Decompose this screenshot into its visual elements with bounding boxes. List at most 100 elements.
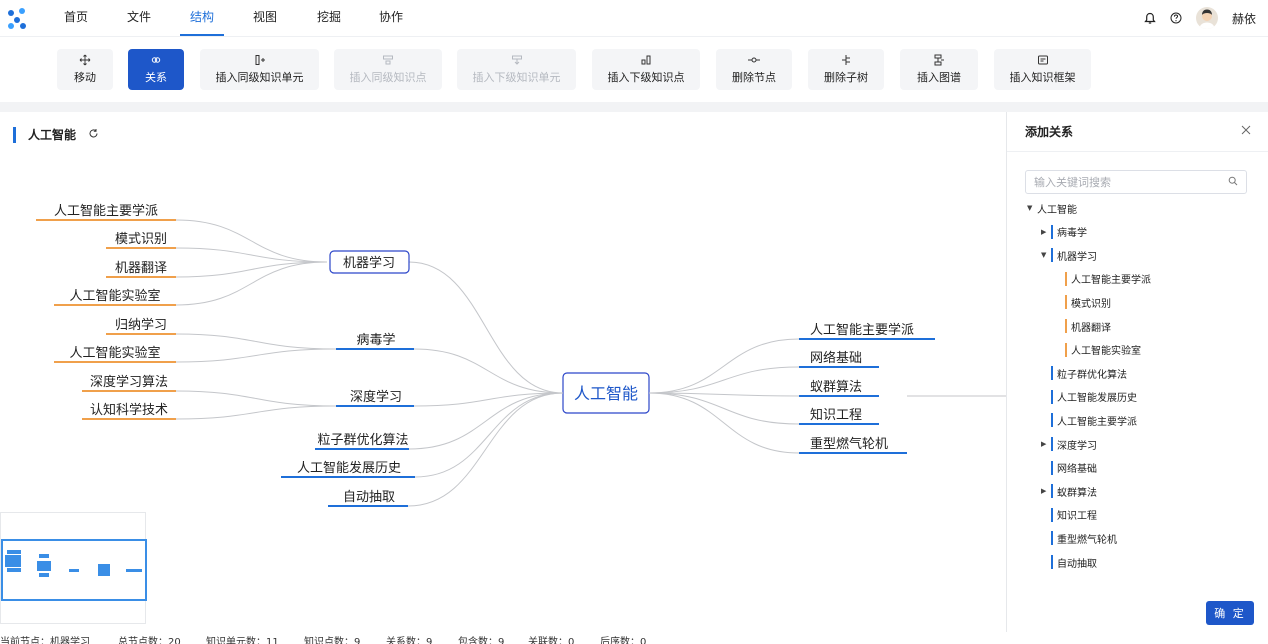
nav-tab-mining[interactable]: 挖掘: [317, 0, 341, 36]
tree-item-label: 人工智能主要学派: [1057, 416, 1137, 428]
branch-node-label: 深度学习: [350, 389, 402, 405]
tree-item-label: 人工智能: [1037, 204, 1077, 216]
edge: [175, 261, 328, 278]
minimap[interactable]: [0, 512, 147, 624]
edge: [175, 333, 337, 350]
root-node-label: 人工智能: [574, 384, 638, 403]
tree-item-bar: [1051, 460, 1053, 475]
app-logo-icon[interactable]: [4, 4, 32, 32]
tree-item-bar: [1051, 484, 1053, 499]
tree-item-bar: [1051, 224, 1053, 239]
tree-item[interactable]: 知识工程: [1041, 506, 1097, 524]
tree-item[interactable]: 重型燃气轮机: [1041, 529, 1117, 547]
insert-child-unit-button[interactable]: 插入下级知识单元: [457, 49, 576, 90]
edge: [648, 392, 800, 425]
insert-sibling-point-button[interactable]: 插入同级知识点: [334, 49, 442, 90]
relation-button-label: 关系: [145, 71, 167, 84]
caret-down-icon[interactable]: ▼: [1027, 204, 1037, 212]
tree-item-label: 知识工程: [1057, 511, 1097, 523]
tree-item-label: 机器学习: [1057, 251, 1097, 263]
minimap-node: [126, 569, 142, 572]
delete-node-icon: [748, 54, 760, 66]
insert-child-point-label: 插入下级知识点: [607, 71, 685, 84]
tree-item[interactable]: 模式识别: [1065, 293, 1111, 311]
branch-node-label: 人工智能主要学派: [810, 322, 914, 338]
nav-tab-collab[interactable]: 协作: [379, 0, 403, 36]
add-relation-panel: 添加关系 ▼人工智能▶病毒学▼机器学习人工智能主要学派模式识别机器翻译人工智能实…: [1006, 112, 1268, 632]
branch-node-label: 网络基础: [810, 350, 862, 366]
insert-sibling-unit-button[interactable]: 插入同级知识单元: [200, 49, 319, 90]
caret-right-icon[interactable]: ▶: [1041, 228, 1051, 236]
move-button[interactable]: 移动: [57, 49, 113, 90]
insert-child-point-icon: [640, 54, 652, 66]
nav-tab-view[interactable]: 视图: [253, 0, 277, 36]
search-input[interactable]: [1034, 175, 1228, 189]
tree-item[interactable]: 网络基础: [1041, 459, 1097, 477]
nav-tab-structure[interactable]: 结构: [180, 0, 225, 36]
insert-child-unit-label: 插入下级知识单元: [472, 71, 561, 84]
minimap-node: [39, 554, 49, 558]
delete-node-button[interactable]: 删除节点: [716, 49, 792, 90]
insert-sibling-icon: [254, 54, 266, 66]
mindmap-canvas[interactable]: 人工智能 人工智能 机器学习 人工智能主要学派 模式识别 机器翻译 人工智能实验室 病毒学归…: [0, 112, 1006, 632]
tree-item-bar: [1065, 319, 1067, 333]
nav-tab-file[interactable]: 文件: [127, 0, 151, 36]
tree-item-label: 模式识别: [1071, 298, 1111, 310]
tree-item[interactable]: 人工智能发展历史: [1041, 388, 1137, 406]
tree-item[interactable]: ▶ 深度学习: [1041, 435, 1097, 453]
tree-item-label: 网络基础: [1057, 464, 1097, 476]
status-current-node: 当前节点：机器学习: [0, 637, 90, 644]
tree-item-bar: [1051, 531, 1053, 546]
edge: [413, 348, 564, 394]
caret-right-icon[interactable]: ▶: [1041, 440, 1051, 448]
relation-button[interactable]: 关系: [128, 49, 184, 90]
tree-item[interactable]: ▶ 蚁群算法: [1041, 482, 1097, 500]
close-icon[interactable]: [1240, 124, 1252, 139]
avatar[interactable]: [1195, 7, 1218, 29]
search-icon[interactable]: [1228, 175, 1238, 189]
branch-node-label: 病毒学: [356, 332, 395, 348]
delete-subtree-button[interactable]: 删除子树: [808, 49, 884, 90]
move-icon: [79, 54, 91, 66]
user-name[interactable]: 赫依: [1232, 10, 1256, 27]
insert-graph-button[interactable]: 插入图谱: [900, 49, 978, 90]
leaf-node-label: 人工智能实验室: [69, 345, 160, 361]
nav-tab-home[interactable]: 首页: [64, 0, 88, 36]
insert-framework-button[interactable]: 插入知识框架: [994, 49, 1091, 90]
minimap-node: [7, 568, 21, 572]
edge: [175, 405, 337, 420]
branch-node-label: 自动抽取: [343, 490, 395, 505]
confirm-button[interactable]: 确 定: [1206, 601, 1254, 625]
tree-item-label: 人工智能发展历史: [1057, 393, 1137, 405]
caret-right-icon[interactable]: ▶: [1041, 487, 1051, 495]
delete-subtree-icon: [840, 54, 852, 66]
leaf-node-label: 深度学习算法: [90, 374, 168, 390]
tree-item[interactable]: 人工智能主要学派: [1041, 411, 1137, 429]
edge: [175, 247, 328, 263]
tree-item-bar: [1051, 555, 1053, 569]
branch-node-label: 粒子群优化算法: [317, 433, 408, 448]
tree-item[interactable]: 机器翻译: [1065, 317, 1111, 335]
tree-item[interactable]: 自动抽取: [1041, 553, 1097, 571]
tree-item[interactable]: 粒子群优化算法: [1041, 364, 1127, 382]
insert-child-point-button[interactable]: 插入下级知识点: [592, 49, 700, 90]
edge: [175, 261, 328, 306]
branch-node-label: 知识工程: [810, 407, 862, 423]
delete-subtree-label: 删除子树: [824, 71, 868, 84]
tree-item[interactable]: ▶ 病毒学: [1041, 223, 1087, 241]
minimap-node: [39, 573, 49, 577]
search-box: [1025, 170, 1247, 194]
bell-icon[interactable]: [1144, 12, 1156, 25]
tree-item[interactable]: 人工智能主要学派: [1065, 270, 1151, 288]
status-point-count: 知识点数：9: [304, 637, 361, 644]
tree-item[interactable]: 人工智能实验室: [1065, 341, 1141, 359]
tree-item[interactable]: ▼ 人工智能: [1027, 199, 1077, 217]
minimap-node: [98, 564, 110, 576]
branch-node-label: 重型燃气轮机: [810, 436, 888, 452]
caret-down-icon[interactable]: ▼: [1041, 251, 1051, 259]
tree-item[interactable]: ▼ 机器学习: [1041, 246, 1097, 264]
tree-item-bar: [1051, 389, 1053, 404]
tree-item-bar: [1065, 271, 1067, 286]
help-icon[interactable]: [1170, 12, 1182, 24]
status-sequence-count: 后序数：0: [600, 637, 647, 644]
